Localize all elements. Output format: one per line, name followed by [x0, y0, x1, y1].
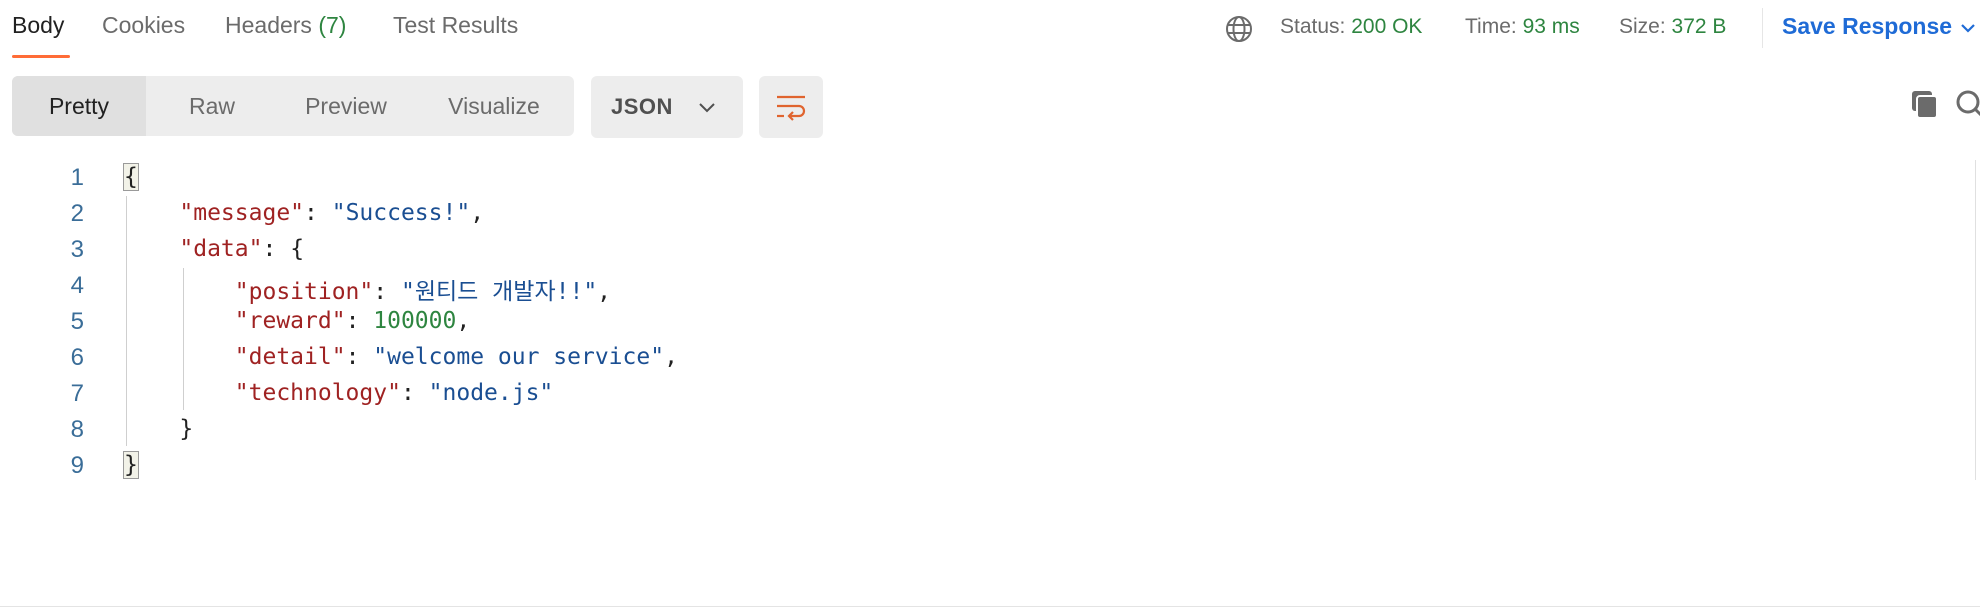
view-mode-visualize[interactable]: Visualize — [414, 76, 574, 136]
copy-icon[interactable] — [1908, 88, 1940, 120]
code-line: "message": "Success!", — [179, 200, 485, 226]
status-value: 200 OK — [1351, 15, 1423, 38]
code-line: "position": "원티드 개발자!!", — [234, 279, 612, 305]
chevron-down-icon — [699, 103, 715, 113]
json-string-value: "node.js" — [428, 380, 554, 406]
line-number: 4 — [70, 272, 84, 299]
save-response-label: Save Response — [1782, 13, 1953, 39]
line-number: 1 — [70, 164, 84, 191]
tab-headers[interactable]: Headers (7) — [225, 12, 346, 39]
active-tab-indicator — [12, 55, 70, 58]
line-number: 9 — [70, 452, 84, 479]
chevron-down-icon — [1960, 13, 1976, 40]
view-mode-preview[interactable]: Preview — [278, 76, 414, 136]
code-line: "reward": 100000, — [234, 308, 471, 334]
line-number: 2 — [70, 200, 84, 227]
code-line: "data": { — [179, 236, 305, 262]
tab-body[interactable]: Body — [12, 12, 64, 39]
code-line: "technology": "node.js" — [234, 380, 554, 406]
size-readout[interactable]: Size: 372 B — [1619, 15, 1726, 39]
json-key: "message" — [179, 200, 305, 226]
json-string-value: "Success!" — [331, 200, 471, 226]
search-icon[interactable] — [1954, 88, 1980, 120]
divider — [1762, 8, 1763, 48]
tab-cookies[interactable]: Cookies — [102, 12, 185, 39]
json-brace: } — [123, 451, 139, 479]
view-mode-raw[interactable]: Raw — [146, 76, 278, 136]
json-brace: { — [290, 236, 305, 262]
json-key: "reward" — [234, 308, 346, 334]
time-value: 93 ms — [1522, 15, 1580, 38]
json-key: "position" — [234, 279, 374, 305]
json-key: "data" — [179, 236, 263, 262]
json-key: "technology" — [234, 380, 401, 406]
code-line: "detail": "welcome our service", — [234, 344, 678, 370]
line-number: 6 — [70, 344, 84, 371]
view-mode-switcher: Pretty Raw Preview Visualize — [12, 76, 574, 136]
json-key: "detail" — [234, 344, 346, 370]
json-brace: { — [123, 163, 139, 191]
line-number: 3 — [70, 236, 84, 263]
headers-count: (7) — [318, 12, 347, 38]
response-body-viewer[interactable]: 1 2 3 4 5 6 7 8 9 { "message": "Success!… — [0, 160, 1975, 480]
save-response-button[interactable]: Save Response — [1782, 13, 1976, 40]
globe-icon[interactable] — [1224, 14, 1254, 44]
json-brace: } — [179, 416, 194, 442]
response-tabs-bar: Body Cookies Headers (7) Test Results St… — [0, 0, 1980, 60]
view-mode-pretty[interactable]: Pretty — [12, 76, 146, 136]
size-value: 372 B — [1671, 15, 1727, 38]
tab-headers-label: Headers — [225, 12, 312, 38]
status-label: Status: — [1280, 15, 1346, 38]
line-number: 7 — [70, 380, 84, 407]
line-number: 5 — [70, 308, 84, 335]
tab-test-results[interactable]: Test Results — [393, 12, 518, 39]
status-readout[interactable]: Status: 200 OK — [1280, 15, 1422, 39]
time-label: Time: — [1465, 15, 1517, 38]
wrap-lines-button[interactable] — [759, 76, 823, 138]
time-readout[interactable]: Time: 93 ms — [1465, 15, 1580, 39]
wrap-lines-icon — [777, 95, 806, 121]
code-line: { — [123, 163, 139, 191]
format-select[interactable]: JSON — [591, 76, 743, 138]
code-line: } — [123, 451, 139, 479]
json-number-value: 100000 — [373, 308, 457, 334]
size-label: Size: — [1619, 15, 1666, 38]
json-string-value: "welcome our service" — [373, 344, 665, 370]
line-number: 8 — [70, 416, 84, 443]
json-string-value: "원티드 개발자!!" — [400, 279, 598, 305]
vertical-scrollbar-track[interactable] — [1975, 160, 1976, 480]
format-select-value: JSON — [611, 94, 673, 119]
code-line: } — [124, 416, 193, 442]
divider — [0, 606, 1980, 607]
